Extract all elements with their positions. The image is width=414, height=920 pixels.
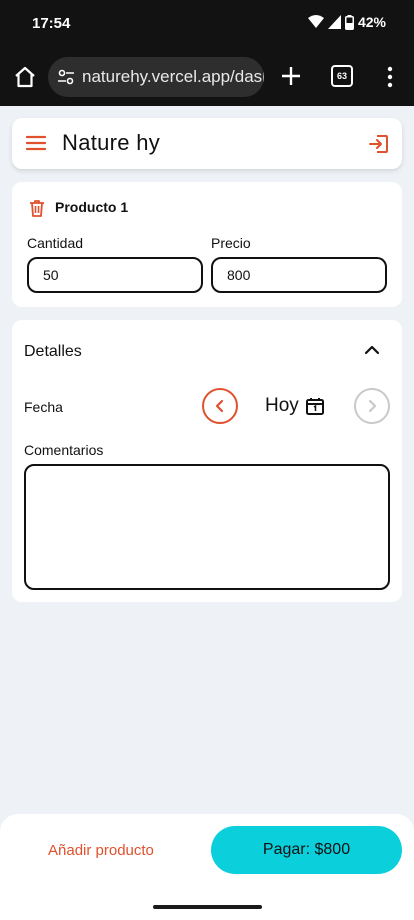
details-card: Detalles Fecha Hoy Comentarios <box>12 320 402 602</box>
price-input[interactable] <box>211 257 387 293</box>
chevron-left-icon <box>215 399 224 413</box>
tab-switcher-button[interactable]: 63 <box>331 65 353 87</box>
add-product-button[interactable]: Añadir producto <box>48 842 154 859</box>
new-tab-icon[interactable] <box>280 65 302 87</box>
battery-percent: 42% <box>357 14 386 30</box>
bottom-action-bar: Añadir producto Pagar: $800 <box>0 814 414 900</box>
site-settings-icon[interactable] <box>56 67 76 87</box>
chevron-right-icon <box>368 399 377 413</box>
system-nav-bar <box>0 896 414 920</box>
chevron-up-icon[interactable] <box>364 342 380 358</box>
quantity-label: Cantidad <box>27 235 84 251</box>
address-bar[interactable]: naturehy.vercel.app/dash <box>48 57 264 97</box>
quantity-input[interactable] <box>27 257 203 293</box>
status-bar: 17:54 42% <box>0 0 414 48</box>
url-text: naturehy.vercel.app/dash <box>82 67 264 86</box>
app-title: Nature hy <box>62 130 161 155</box>
logout-icon[interactable] <box>368 133 390 155</box>
product-name: Producto 1 <box>55 199 129 215</box>
price-label: Precio <box>211 235 251 251</box>
gesture-handle[interactable] <box>153 905 262 909</box>
hamburger-menu-icon[interactable] <box>26 134 46 152</box>
more-options-icon[interactable] <box>384 66 396 88</box>
status-time: 17:54 <box>32 15 71 32</box>
home-icon[interactable] <box>13 65 37 89</box>
product-card: Producto 1 Cantidad Precio <box>12 182 402 307</box>
tab-count: 63 <box>336 71 347 81</box>
previous-date-button[interactable] <box>202 388 238 424</box>
calendar-icon[interactable] <box>305 396 325 416</box>
battery-icon <box>344 14 354 30</box>
next-date-button[interactable] <box>354 388 390 424</box>
status-icons: 42% <box>307 14 386 30</box>
app-header: Nature hy <box>12 118 402 169</box>
pay-button[interactable]: Pagar: $800 <box>211 826 402 874</box>
date-value[interactable]: Hoy <box>265 395 299 417</box>
browser-toolbar: naturehy.vercel.app/dash 63 <box>0 48 414 106</box>
wifi-icon <box>307 15 324 28</box>
date-label: Fecha <box>24 399 63 415</box>
details-title: Detalles <box>24 343 82 360</box>
comments-textarea[interactable] <box>24 464 390 590</box>
trash-icon[interactable] <box>27 198 47 218</box>
comments-label: Comentarios <box>24 442 104 458</box>
signal-icon <box>327 15 341 29</box>
